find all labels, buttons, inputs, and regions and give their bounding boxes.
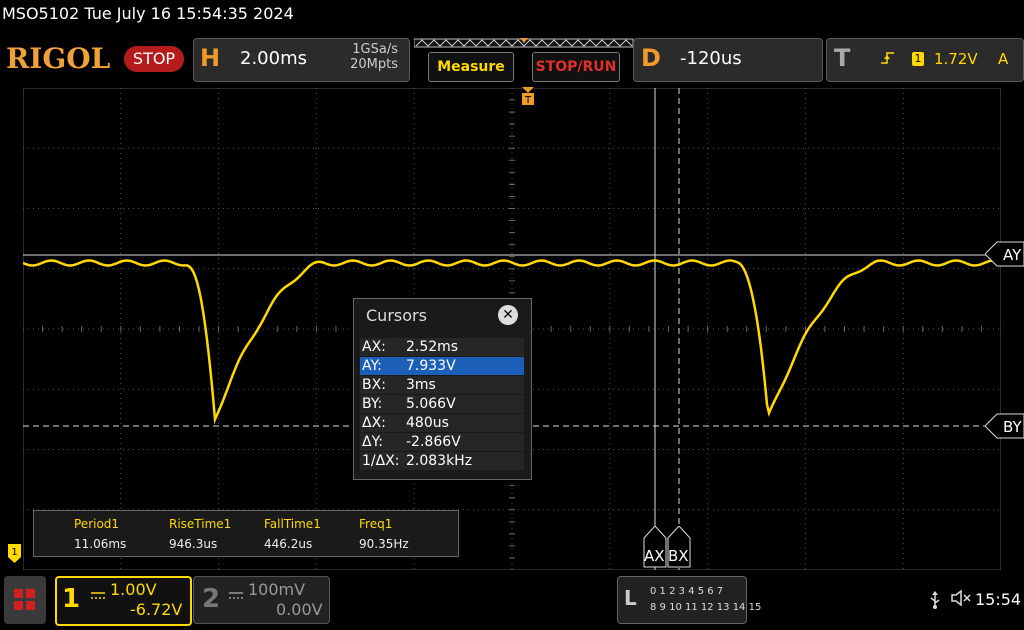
logic-analyzer-label: L <box>624 586 637 610</box>
close-icon[interactable]: ✕ <box>498 305 518 325</box>
measurement-value: 446.2us <box>264 537 313 551</box>
trigger-position-bar[interactable] <box>414 38 634 48</box>
cursors-panel[interactable]: Cursors ✕ AX: 2.52ms AY: 7.933V BX: 3ms BY: 5.0… <box>353 298 532 480</box>
cursor-value: -2.866V <box>406 434 461 450</box>
status-line: MSO5102 Tue July 16 15:54:35 2024 <box>2 4 294 23</box>
measurement-value: 90.35Hz <box>359 537 409 551</box>
channel1-marker-label: 1 <box>11 547 17 558</box>
channel2-number: 2 <box>202 584 221 614</box>
trigger-level: 1.72V <box>934 50 978 68</box>
rigol-logo: RIGOL <box>6 42 111 75</box>
cursor-row[interactable]: AX: 2.52ms <box>360 338 524 356</box>
cursor-key: ΔX: <box>362 415 386 431</box>
trigger-marker-label: T <box>524 95 532 106</box>
cursor-key: AY: <box>362 358 382 374</box>
ax-cursor-tag[interactable]: AX <box>643 525 667 572</box>
cursor-row[interactable]: ΔY: -2.866V <box>360 433 524 451</box>
measurement-value: 946.3us <box>169 537 218 551</box>
ay-label: AY <box>1003 246 1022 264</box>
channel2-scale: 100mV <box>248 580 306 599</box>
measurement-name: Period1 <box>74 517 120 531</box>
cursor-row[interactable]: BX: 3ms <box>360 376 524 394</box>
ax-label: AX <box>644 547 665 565</box>
dc-coupling-icon <box>91 585 105 604</box>
cursor-key: BY: <box>362 396 383 412</box>
clock: 15:54 <box>975 590 1022 609</box>
cursor-value: 2.083kHz <box>406 453 473 469</box>
measurement-name: RiseTime1 <box>169 517 232 531</box>
bx-cursor-tag[interactable]: BX <box>667 525 691 572</box>
channel2-offset: 0.00V <box>276 600 323 619</box>
usb-icon <box>928 591 942 613</box>
stop-run-button[interactable]: STOP/RUN <box>532 52 620 82</box>
rising-edge-icon <box>880 50 896 70</box>
channel1-ground-marker[interactable]: 1 <box>8 544 22 568</box>
by-label: BY <box>1003 418 1022 436</box>
delay-label: D <box>641 44 661 72</box>
channel1-number: 1 <box>62 584 81 614</box>
speaker-muted-icon[interactable] <box>950 589 972 611</box>
cursor-row[interactable]: ΔX: 480us <box>360 414 524 432</box>
cursor-key: 1/ΔX: <box>362 453 400 469</box>
trigger-label: T <box>834 44 851 72</box>
trigger-mode: A <box>998 50 1009 68</box>
measurement-bar[interactable]: Period1 11.06ms RiseTime1 946.3us FallTi… <box>33 510 459 557</box>
cursor-row[interactable]: BY: 5.066V <box>360 395 524 413</box>
measure-button[interactable]: Measure <box>428 52 514 82</box>
measurement-period[interactable]: Period1 11.06ms <box>74 517 169 551</box>
sample-info: 1GSa/s 20Mpts <box>340 42 398 72</box>
delay-value: -120us <box>680 48 742 69</box>
menu-grid-icon[interactable] <box>4 576 46 624</box>
cursor-value: 3ms <box>406 377 436 393</box>
dc-coupling-icon <box>229 585 243 604</box>
by-cursor-tag[interactable]: BY <box>984 413 1024 443</box>
cursors-title: Cursors <box>366 306 427 325</box>
ay-cursor-tag[interactable]: AY <box>984 241 1024 271</box>
bx-label: BX <box>668 547 689 565</box>
cursor-value: 480us <box>406 415 449 431</box>
measurement-risetime[interactable]: RiseTime1 946.3us <box>169 517 264 551</box>
cursor-value: 5.066V <box>406 396 456 412</box>
cursor-key: ΔY: <box>362 434 383 450</box>
cursor-value: 2.52ms <box>406 339 459 355</box>
cursor-row[interactable]: 1/ΔX: 2.083kHz <box>360 452 524 470</box>
measurement-name: FallTime1 <box>264 517 321 531</box>
run-state-badge[interactable]: STOP <box>124 46 184 72</box>
cursor-row[interactable]: AY: 7.933V <box>360 357 524 375</box>
cursor-key: BX: <box>362 377 386 393</box>
timebase-value: 2.00ms <box>240 48 307 69</box>
trigger-panel[interactable] <box>826 38 1024 82</box>
trigger-source: 1 <box>912 52 924 66</box>
channel1-scale: 1.00V <box>110 580 157 599</box>
cursor-value: 7.933V <box>406 358 456 374</box>
measurement-freq[interactable]: Freq1 90.35Hz <box>359 517 454 551</box>
sample-rate: 1GSa/s <box>352 42 398 57</box>
trigger-position-marker[interactable]: T <box>520 87 536 113</box>
logic-channels-row1: 0 1 2 3 4 5 6 7 <box>650 586 724 597</box>
measurement-falltime[interactable]: FallTime1 446.2us <box>264 517 359 551</box>
channel1-offset: -6.72V <box>130 600 183 619</box>
memory-depth: 20Mpts <box>350 57 398 72</box>
measurement-value: 11.06ms <box>74 537 127 551</box>
logic-channels-row2: 8 9 10 11 12 13 14 15 <box>650 602 762 613</box>
cursor-key: AX: <box>362 339 386 355</box>
measurement-name: Freq1 <box>359 517 393 531</box>
horizontal-label: H <box>200 44 221 72</box>
